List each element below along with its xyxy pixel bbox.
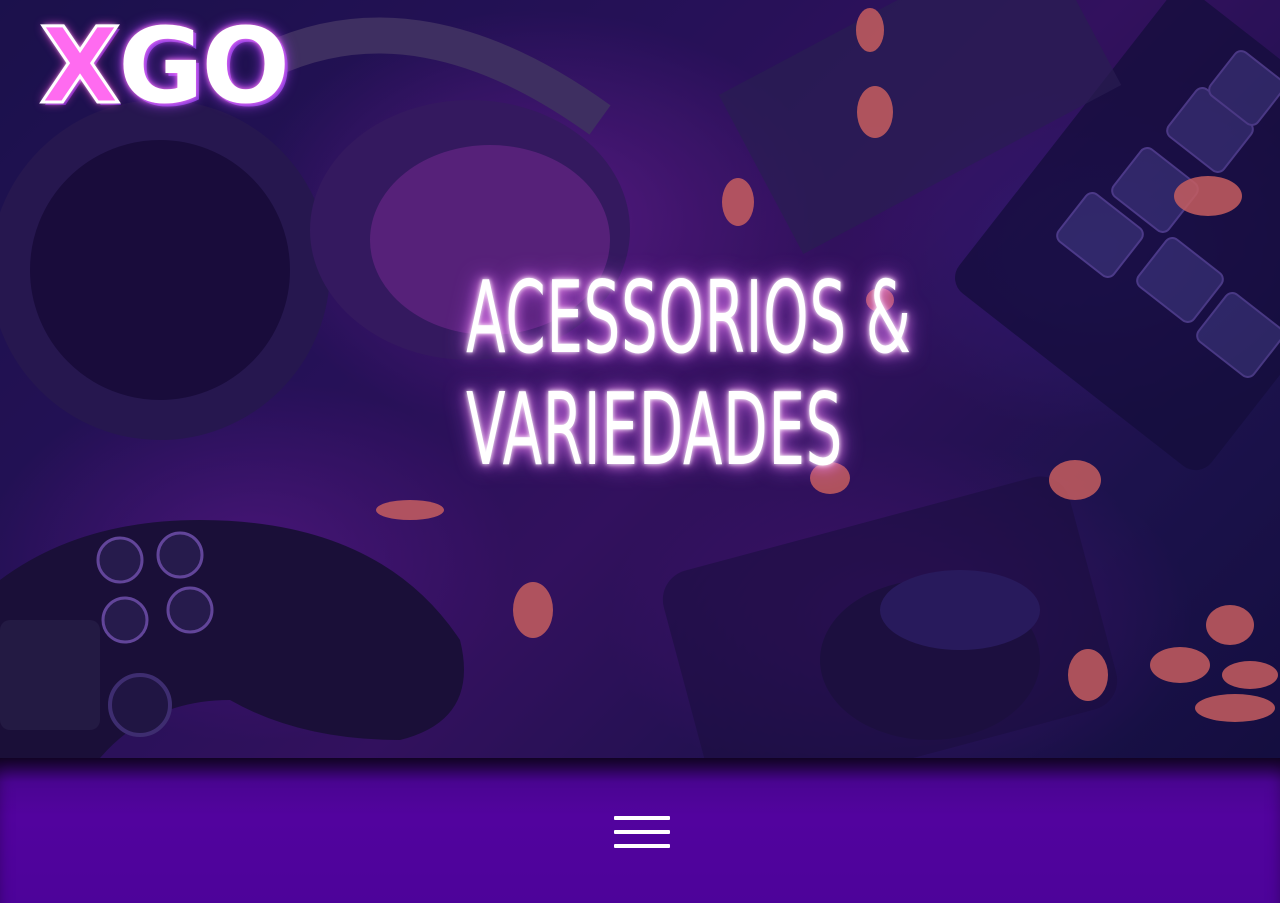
logo-letter-x: X: [38, 5, 121, 128]
hero-banner: XGO ACESSORIOS & VARIEDADES: [0, 0, 1280, 758]
logo-letters-go: GO: [118, 5, 290, 127]
hamburger-menu-icon[interactable]: [612, 812, 672, 856]
hero-headline-line-2: VARIEDADES: [466, 371, 843, 488]
hero-headline: ACESSORIOS & VARIEDADES: [466, 259, 912, 488]
menu-bar-middle: [614, 830, 670, 834]
menu-bar-bottom: [614, 844, 670, 848]
hero-headline-line-1: ACESSORIOS &: [466, 259, 912, 376]
menu-bar-top: [614, 816, 670, 820]
xgo-logo[interactable]: XGO: [38, 5, 290, 128]
navigation-bar: [0, 758, 1280, 903]
